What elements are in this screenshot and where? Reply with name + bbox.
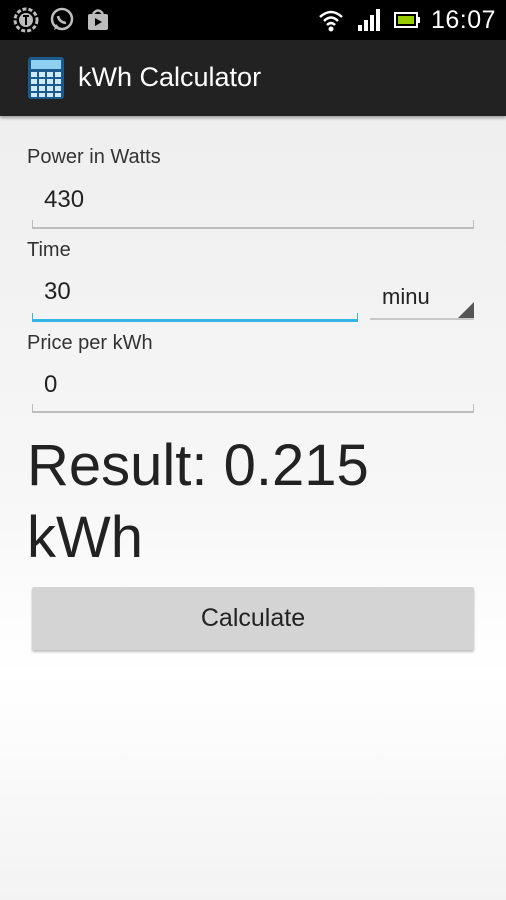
battery-icon: [393, 6, 421, 34]
spinner-arrow-icon: [458, 302, 474, 318]
play-store-icon: [84, 6, 112, 34]
price-label: Price per kWh: [27, 332, 153, 354]
notification-app-icon: [12, 6, 40, 34]
system-icons: 16:07: [317, 0, 496, 40]
power-input-underline: [32, 220, 474, 229]
clock: 16:07: [430, 5, 496, 34]
time-label: Time: [27, 239, 71, 261]
whatsapp-icon: [48, 6, 76, 34]
time-input[interactable]: 30: [32, 278, 358, 314]
wifi-icon: [317, 6, 345, 34]
price-input-underline: [32, 404, 474, 413]
calculate-button[interactable]: Calculate: [32, 587, 474, 650]
status-bar: 16:07: [0, 0, 506, 40]
time-unit-selected: minu: [382, 284, 430, 309]
result-text: Result: 0.215 kWh: [27, 433, 369, 570]
notification-icons: [12, 6, 112, 34]
app-title: kWh Calculator: [78, 62, 262, 92]
power-label: Power in Watts: [27, 146, 161, 168]
calculator-icon[interactable]: [28, 57, 64, 99]
time-input-underline: [32, 313, 358, 322]
price-input[interactable]: 0: [32, 371, 474, 407]
action-bar: kWh Calculator: [0, 40, 506, 116]
power-input[interactable]: 430: [32, 186, 474, 222]
signal-icon: [355, 6, 383, 34]
time-unit-spinner[interactable]: minu: [370, 280, 474, 320]
